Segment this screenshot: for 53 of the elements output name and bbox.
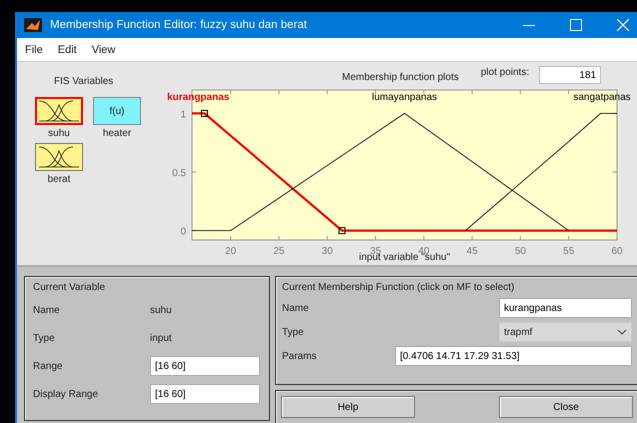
menu-item[interactable]: Edit xyxy=(58,44,77,56)
x-tick-label: 60 xyxy=(611,246,623,257)
variable-name: berat xyxy=(48,174,70,185)
vertex-handle[interactable] xyxy=(338,227,346,234)
variable-mf-icon[interactable] xyxy=(35,143,83,171)
menu-item[interactable]: View xyxy=(92,44,116,56)
input-field[interactable]: [16 60] xyxy=(150,356,260,376)
variable-name: heater xyxy=(102,128,132,139)
app-icon xyxy=(24,18,42,32)
menu-item[interactable]: File xyxy=(25,44,43,56)
field-value: suhu xyxy=(150,304,172,316)
field-value: input xyxy=(150,332,172,344)
input-field[interactable]: kurangpanas xyxy=(499,298,632,318)
close-icon[interactable] xyxy=(617,19,629,31)
vertex-handle[interactable] xyxy=(200,110,208,117)
curve-label[interactable]: sangatpanas xyxy=(573,92,631,103)
x-axis-label: input variable "suhu" xyxy=(358,252,450,263)
window-title: Membership Function Editor: fuzzy suhu dan berat xyxy=(50,19,307,31)
field-label: Name xyxy=(282,302,310,314)
dialog-button[interactable]: Close xyxy=(499,396,633,418)
membership-curve[interactable] xyxy=(465,113,618,231)
y-tick-label: 1 xyxy=(180,109,186,120)
variable-mf-icon[interactable] xyxy=(35,97,83,125)
x-tick-label: 30 xyxy=(322,246,333,257)
maximize-icon[interactable] xyxy=(570,19,582,31)
plot-points-label: plot points: xyxy=(480,66,530,78)
variable-name: suhu xyxy=(48,128,70,139)
field-label: Type xyxy=(33,332,56,344)
x-tick-label: 50 xyxy=(514,246,526,257)
plot-title: Membership function plots xyxy=(342,72,459,82)
x-tick-label: 20 xyxy=(225,246,236,257)
x-tick-label: 55 xyxy=(563,246,574,257)
panel-title: Current Membership Function (click on MF to select) xyxy=(282,282,516,293)
x-tick-label: 45 xyxy=(466,246,478,257)
y-tick-label: 0.5 xyxy=(172,168,186,180)
curve-label[interactable]: kurangpanas xyxy=(167,92,230,103)
variable-function-box[interactable]: f(u) xyxy=(93,97,141,125)
panel-title: Current Variable xyxy=(33,282,106,293)
field-label: Range xyxy=(33,360,64,372)
field-label: Type xyxy=(282,326,305,338)
curve-label[interactable]: lumayanpanas xyxy=(372,92,438,103)
input-field[interactable]: [16 60] xyxy=(150,384,260,404)
field-label: Params xyxy=(282,350,318,362)
field-label: Display Range xyxy=(33,388,100,400)
chevron-down-icon xyxy=(617,329,627,335)
x-tick-label: 25 xyxy=(273,246,284,257)
dialog-button[interactable]: Help xyxy=(281,396,415,418)
type-dropdown[interactable]: trapmf xyxy=(499,322,632,342)
y-tick-label: 0 xyxy=(180,226,186,238)
section-title: FIS Variables xyxy=(54,76,114,87)
field-label: Name xyxy=(33,304,61,316)
plot-points-field[interactable]: 181 xyxy=(539,66,602,84)
input-field[interactable]: [0.4706 14.71 17.29 31.53] xyxy=(395,346,632,366)
